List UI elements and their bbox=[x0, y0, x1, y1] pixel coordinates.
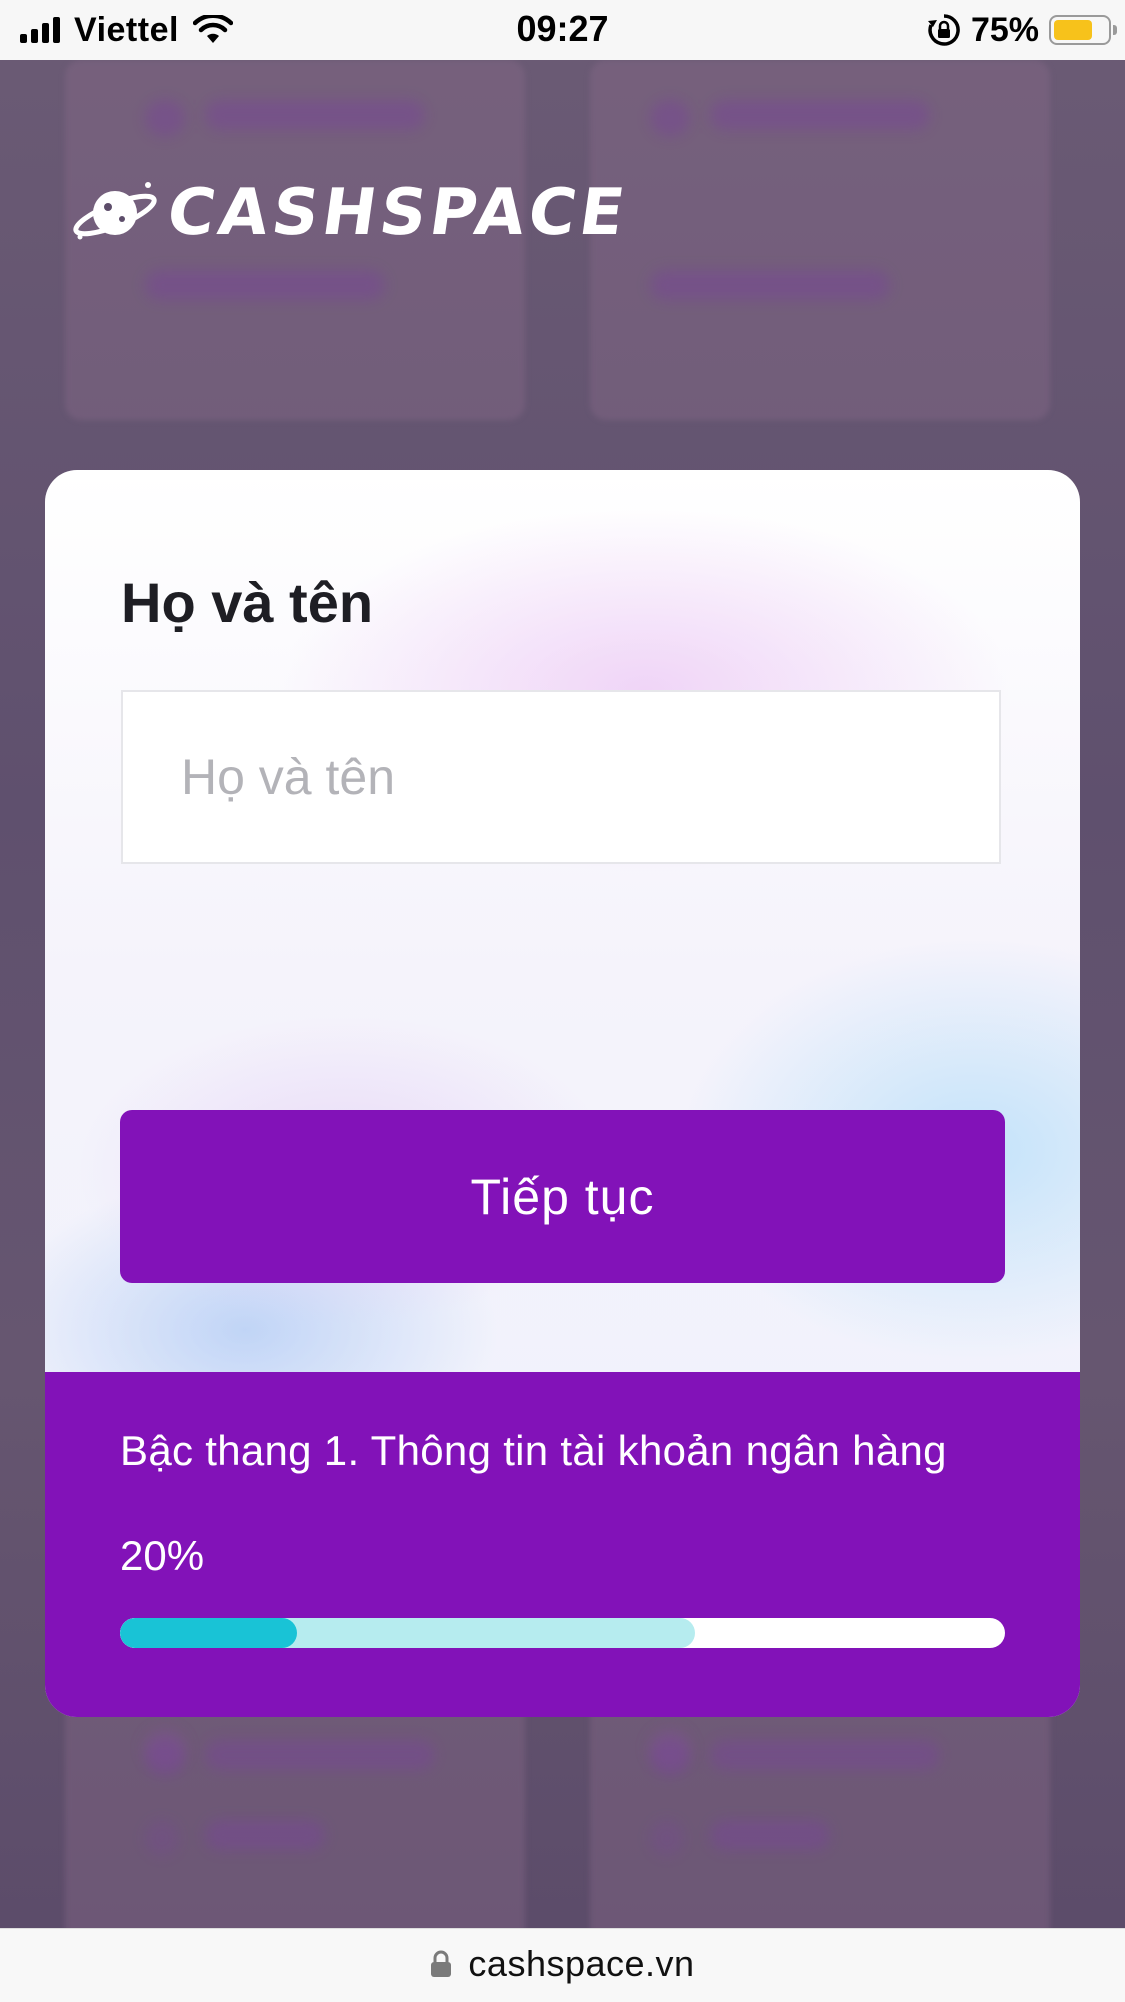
continue-button[interactable]: Tiếp tục bbox=[120, 1110, 1005, 1283]
lock-icon bbox=[431, 1950, 452, 1977]
status-right: 75% bbox=[927, 10, 1117, 50]
battery-icon bbox=[1049, 15, 1117, 45]
progress-panel: Bậc thang 1. Thông tin tài khoản ngân hà… bbox=[45, 1372, 1080, 1717]
rotation-lock-icon bbox=[927, 14, 960, 46]
status-bar: Viettel 09:27 75% bbox=[0, 0, 1125, 60]
progress-bar bbox=[120, 1618, 1005, 1648]
full-name-label: Họ và tên bbox=[121, 571, 374, 634]
full-name-input[interactable] bbox=[121, 690, 1001, 864]
url-text[interactable]: cashspace.vn bbox=[468, 1943, 694, 1985]
progress-bar-fill bbox=[120, 1618, 297, 1648]
progress-percent: 20% bbox=[120, 1532, 205, 1579]
battery-percent: 75% bbox=[970, 10, 1039, 49]
address-display[interactable]: cashspace.vn bbox=[0, 1943, 1125, 1985]
logo-text: CASHSPACE bbox=[162, 175, 633, 250]
battery-level bbox=[1054, 20, 1092, 40]
browser-address-bar[interactable]: cashspace.vn bbox=[0, 1928, 1125, 2002]
step-title: Bậc thang 1. Thông tin tài khoản ngân hà… bbox=[120, 1427, 947, 1474]
form-card: Họ và tên Tiếp tục Bậc thang 1. Thông ti… bbox=[45, 470, 1080, 1717]
planet-icon bbox=[73, 182, 157, 240]
brand-logo[interactable]: CASHSPACE bbox=[70, 175, 633, 250]
